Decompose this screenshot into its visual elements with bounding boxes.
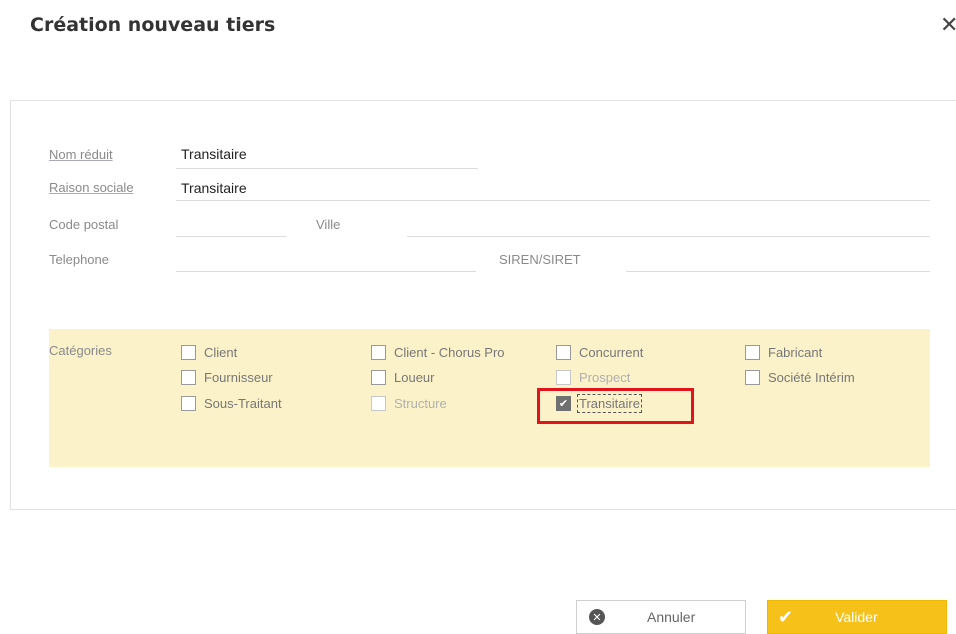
checkbox-box: [556, 369, 571, 385]
validate-button[interactable]: ✔ Valider: [767, 600, 947, 634]
siren-label: SIREN/SIRET: [499, 252, 581, 267]
checkbox-label: Prospect: [579, 369, 631, 385]
checkbox-label: Concurrent: [579, 344, 644, 360]
nom-reduit-label: Nom réduit: [49, 147, 113, 162]
checkbox-client[interactable]: Client: [181, 342, 237, 362]
cancel-button[interactable]: ✕ Annuler: [576, 600, 746, 634]
raison-sociale-input[interactable]: Transitaire: [181, 180, 247, 196]
telephone-label: Telephone: [49, 252, 109, 267]
validate-button-label: Valider: [835, 609, 878, 625]
checkbox-label: Structure: [394, 395, 447, 411]
checkbox-box[interactable]: [371, 369, 386, 385]
checkbox-label: Sous-Traitant: [204, 395, 282, 411]
checkbox-fabricant[interactable]: Fabricant: [745, 342, 822, 362]
checkbox-label: Société Intérim: [768, 369, 855, 385]
siren-underline: [626, 271, 930, 272]
categories-section: Catégories Client Fournisseur Sous-Trait…: [49, 329, 930, 467]
raison-sociale-underline: [176, 200, 930, 201]
checkbox-label: Client: [204, 344, 238, 360]
ville-underline: [407, 236, 930, 237]
check-icon: ✔: [778, 606, 794, 627]
code-postal-label: Code postal: [49, 217, 119, 232]
checkbox-sous-traitant[interactable]: Sous-Traitant: [181, 393, 282, 413]
categories-label: Catégories: [49, 343, 112, 358]
raison-sociale-label: Raison sociale: [49, 180, 134, 195]
checkbox-label: Fabricant: [768, 344, 823, 360]
checkbox-box[interactable]: [745, 344, 760, 360]
x-circle-icon: ✕: [589, 609, 605, 625]
code-postal-underline: [176, 236, 286, 237]
checkbox-box[interactable]: [181, 369, 196, 385]
telephone-underline: [176, 271, 476, 272]
checkbox-societe-interim[interactable]: Société Intérim: [745, 367, 855, 387]
checkbox-label: Fournisseur: [204, 369, 273, 385]
checkbox-structure: Structure: [371, 393, 447, 413]
cancel-button-label: Annuler: [647, 609, 696, 625]
close-icon[interactable]: ✕: [940, 14, 956, 38]
checkbox-box: [371, 395, 386, 411]
checkbox-client-chorus-pro[interactable]: Client - Chorus Pro: [371, 342, 505, 362]
ville-label: Ville: [316, 217, 341, 232]
checkbox-fournisseur[interactable]: Fournisseur: [181, 367, 273, 387]
checkbox-loueur[interactable]: Loueur: [371, 367, 434, 387]
checkbox-label: Loueur: [394, 369, 435, 385]
checkbox-box[interactable]: [181, 395, 196, 411]
dialog-title: Création nouveau tiers: [30, 14, 276, 36]
checkbox-label: Client - Chorus Pro: [394, 344, 505, 360]
checkbox-box[interactable]: [181, 344, 196, 360]
nom-reduit-underline: [176, 168, 478, 169]
transitaire-highlight-box: [537, 388, 694, 424]
checkbox-box[interactable]: [556, 344, 571, 360]
nom-reduit-input[interactable]: Transitaire: [181, 146, 247, 162]
checkbox-box[interactable]: [371, 344, 386, 360]
checkbox-box[interactable]: [745, 369, 760, 385]
checkbox-concurrent[interactable]: Concurrent: [556, 342, 643, 362]
checkbox-prospect: Prospect: [556, 367, 630, 387]
